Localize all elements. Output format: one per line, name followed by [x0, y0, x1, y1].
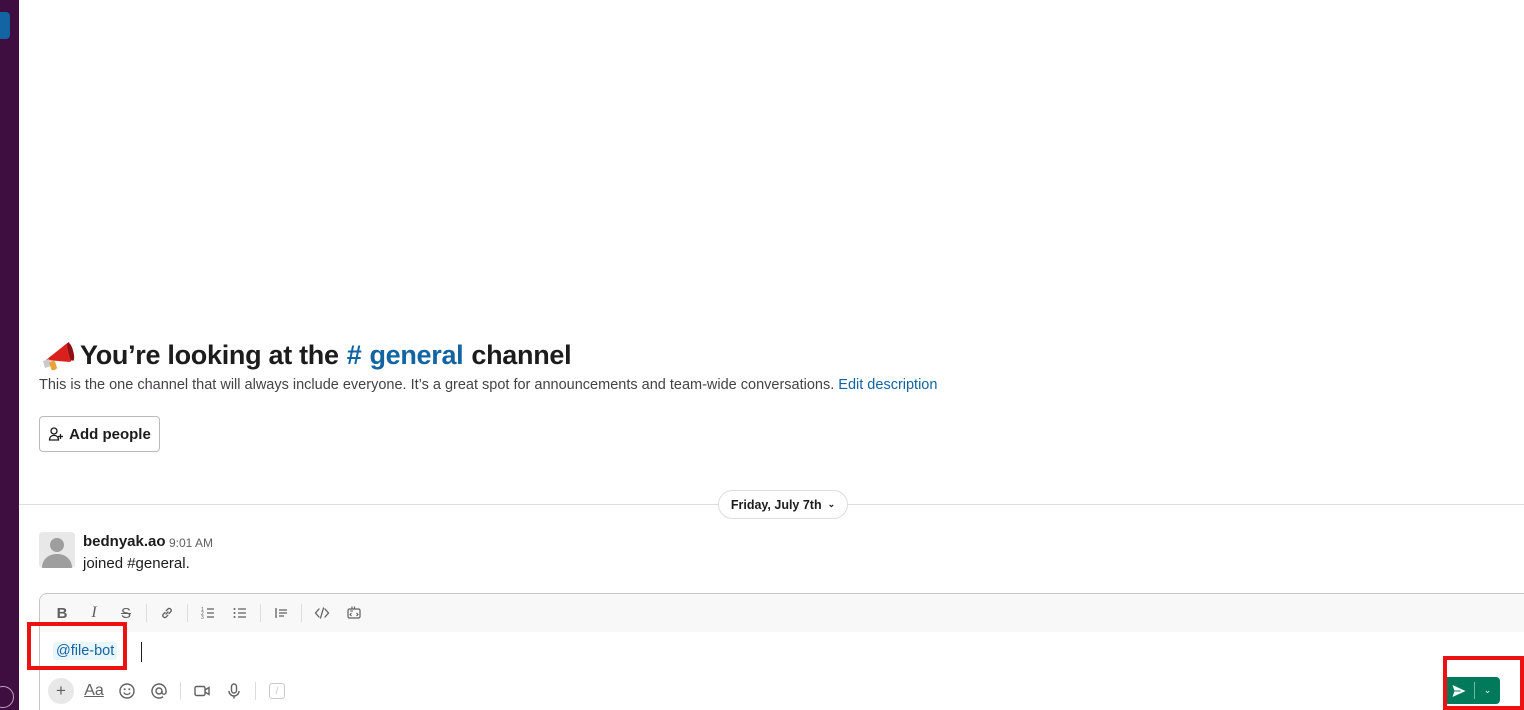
format-text-button[interactable]: Aa: [80, 678, 108, 704]
bulleted-list-button[interactable]: [227, 600, 253, 626]
bulleted-list-icon: [233, 608, 246, 618]
message-text: joined #general.: [83, 555, 190, 572]
toolbar-divider: [146, 604, 147, 622]
actions-divider: [180, 682, 181, 700]
intro-title-prefix: You’re looking at the: [80, 339, 339, 370]
text-caret: [141, 642, 142, 662]
attach-button[interactable]: +: [48, 678, 74, 704]
emoji-button[interactable]: [114, 678, 140, 704]
toolbar-divider: [260, 604, 261, 622]
edit-description-link[interactable]: Edit description: [838, 377, 937, 393]
highlight-mention-box: [27, 622, 127, 670]
workspace-tab[interactable]: [0, 12, 10, 39]
add-people-button[interactable]: Add people: [39, 416, 160, 452]
day-divider-button[interactable]: Friday, July 7th ⌄: [718, 490, 848, 519]
code-icon: [314, 607, 330, 619]
toolbar-divider: [301, 604, 302, 622]
slash-command-icon: /: [269, 683, 285, 699]
message-input[interactable]: @file-bot: [40, 632, 1524, 672]
message-item[interactable]: bednyak.ao 9:01 AM joined #general.: [39, 532, 1439, 572]
channel-description: This is the one channel that will always…: [39, 377, 937, 393]
channel-main: You’re looking at the # general channel …: [19, 0, 1524, 710]
ordered-list-button[interactable]: 1 2 3: [195, 600, 221, 626]
channel-name-link[interactable]: general: [369, 340, 463, 371]
avatar[interactable]: [39, 532, 75, 568]
code-block-button[interactable]: [341, 600, 367, 626]
message-author[interactable]: bednyak.ao: [83, 533, 166, 550]
audio-clip-button[interactable]: [221, 678, 247, 704]
blockquote-icon: [275, 608, 287, 618]
slash-command-button[interactable]: /: [264, 678, 290, 704]
video-clip-button[interactable]: [189, 678, 215, 704]
megaphone-icon: [43, 342, 75, 371]
chevron-down-icon: ⌄: [827, 499, 836, 509]
highlight-send-box: [1443, 656, 1524, 710]
emoji-icon: [119, 683, 135, 699]
add-people-label: Add people: [69, 425, 151, 443]
formatting-toolbar: B I S 1 2 3: [40, 594, 1524, 632]
blockquote-button[interactable]: [268, 600, 294, 626]
ordered-list-icon: 1 2 3: [201, 607, 214, 621]
channel-hash[interactable]: #: [347, 340, 362, 371]
code-block-icon: [347, 606, 361, 619]
mention-button[interactable]: [146, 678, 172, 704]
svg-text:3: 3: [201, 615, 204, 621]
workspace-sidebar: [0, 0, 19, 710]
actions-divider: [255, 682, 256, 700]
at-icon: [151, 683, 167, 699]
add-person-icon: [49, 427, 64, 441]
day-divider-label: Friday, July 7th: [730, 497, 822, 512]
video-camera-icon: [194, 685, 210, 697]
link-button[interactable]: [154, 600, 180, 626]
link-icon: [162, 607, 172, 619]
channel-description-text: This is the one channel that will always…: [39, 377, 835, 393]
composer-actions: + Aa /: [40, 674, 1524, 708]
toolbar-divider: [187, 604, 188, 622]
message-composer: B I S 1 2 3 @file-bot + Aa /: [39, 593, 1524, 710]
intro-title-suffix: channel: [471, 339, 572, 370]
channel-intro-title: You’re looking at the # general channel: [40, 338, 572, 372]
sidebar-ring-icon[interactable]: [0, 686, 14, 708]
default-avatar-icon: [39, 532, 75, 568]
code-button[interactable]: [309, 600, 335, 626]
message-timestamp[interactable]: 9:01 AM: [169, 536, 213, 550]
microphone-icon: [228, 683, 240, 699]
